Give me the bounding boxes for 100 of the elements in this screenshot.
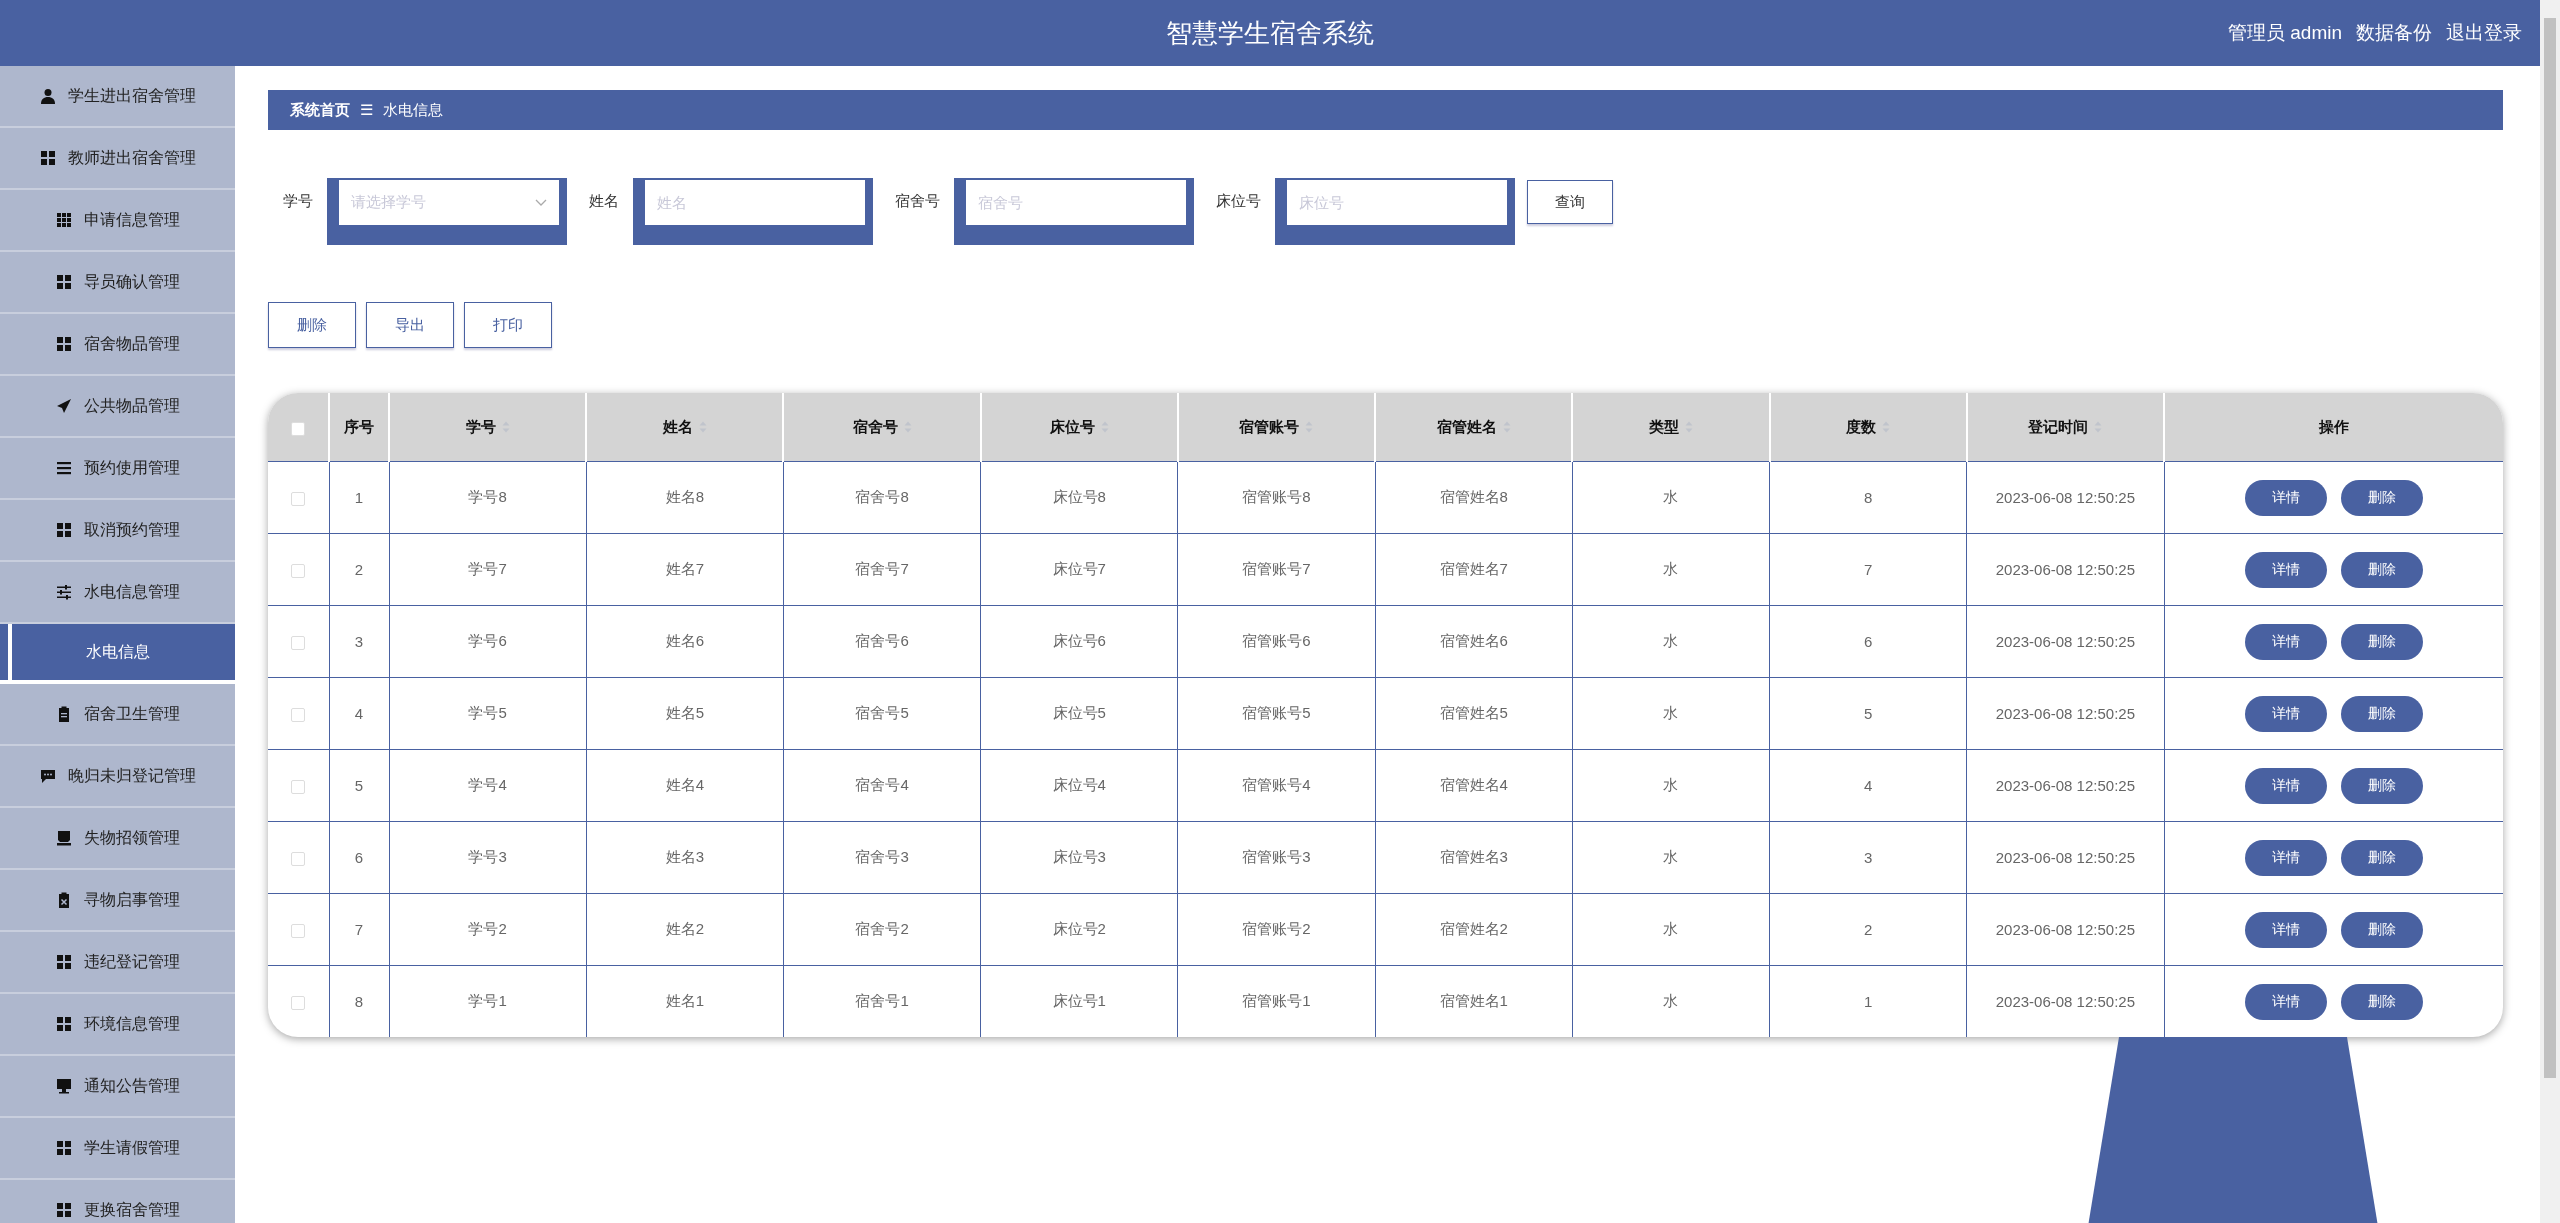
sidebar-item[interactable]: 环境信息管理 — [0, 994, 235, 1056]
breadcrumb-separator: ☰ — [360, 101, 373, 119]
action-button[interactable]: 删除 — [268, 302, 356, 348]
user-icon — [39, 88, 56, 104]
sidebar-item[interactable]: 公共物品管理 — [0, 376, 235, 438]
column-header[interactable]: 登记时间 — [2028, 417, 2089, 437]
checkbox[interactable] — [291, 421, 305, 436]
table-cell: 5 — [329, 749, 389, 822]
table-cell: 宿舍号3 — [783, 821, 981, 894]
table-cell: 2023-06-08 12:50:25 — [1966, 533, 2164, 606]
table-cell: 宿舍号2 — [783, 893, 981, 966]
breadcrumb-current: 水电信息 — [383, 100, 443, 120]
table-cell: 姓名4 — [586, 749, 784, 822]
sidebar-item[interactable]: 更换宿舍管理 — [0, 1180, 235, 1223]
table-cell: 宿舍号7 — [783, 533, 981, 606]
column-header[interactable]: 姓名 — [662, 417, 693, 437]
row-button[interactable]: 删除 — [2340, 983, 2423, 1020]
row-button[interactable]: 详情 — [2244, 479, 2327, 516]
inbox-icon — [55, 830, 72, 846]
row-button[interactable]: 删除 — [2340, 767, 2423, 804]
checkbox[interactable] — [291, 924, 306, 938]
column-header[interactable]: 宿舍号 — [852, 417, 898, 437]
scrollbar[interactable] — [2540, 0, 2560, 1223]
row-button[interactable]: 删除 — [2340, 551, 2423, 588]
action-button[interactable]: 导出 — [366, 302, 454, 348]
table-cell: 宿管账号5 — [1177, 677, 1376, 750]
table-cell: 宿舍号8 — [783, 461, 981, 534]
sidebar-item[interactable]: 寻物启事管理 — [0, 870, 235, 932]
table-cell: 学号2 — [389, 893, 587, 966]
table-cell: 学号5 — [389, 677, 587, 750]
row-button[interactable]: 详情 — [2244, 695, 2327, 732]
row-button[interactable]: 删除 — [2340, 839, 2423, 876]
breadcrumb-link[interactable]: 系统首页 — [290, 100, 350, 120]
sidebar-item[interactable]: 教师进出宿舍管理 — [0, 128, 235, 190]
submenu-item[interactable]: 水电信息 — [0, 624, 235, 684]
row-button[interactable]: 删除 — [2340, 695, 2423, 732]
sidebar-item[interactable]: 申请信息管理 — [0, 190, 235, 252]
table-cell: 8 — [329, 965, 389, 1037]
checkbox[interactable] — [291, 996, 306, 1010]
sidebar-item[interactable]: 宿舍卫生管理 — [0, 684, 235, 746]
sidebar-item[interactable]: 通知公告管理 — [0, 1056, 235, 1118]
column-header[interactable]: 度数 — [1846, 417, 1877, 437]
checkbox[interactable] — [291, 780, 306, 794]
action-button[interactable]: 打印 — [464, 302, 552, 348]
row-button[interactable]: 删除 — [2340, 623, 2423, 660]
checkbox[interactable] — [291, 708, 306, 722]
table-cell: 姓名7 — [586, 533, 784, 606]
column-header[interactable]: 床位号 — [1049, 417, 1095, 437]
scrollbar-thumb[interactable] — [2544, 18, 2556, 1078]
checkbox[interactable] — [291, 636, 306, 650]
table-cell: 6 — [1769, 605, 1967, 678]
grid-icon — [55, 336, 72, 352]
sidebar-item[interactable]: 取消预约管理 — [0, 500, 235, 562]
grid-icon — [55, 522, 72, 538]
header-link[interactable]: 数据备份 — [2356, 20, 2432, 46]
table-cell: 床位号3 — [980, 821, 1178, 894]
column-header[interactable]: 类型 — [1648, 417, 1679, 437]
table-cell: 学号3 — [389, 821, 587, 894]
column-header[interactable]: 操作 — [2319, 417, 2349, 437]
checkbox[interactable] — [291, 564, 306, 578]
chevron-icon — [535, 198, 547, 207]
row-button[interactable]: 详情 — [2244, 767, 2327, 804]
table-cell: 2023-06-08 12:50:25 — [1966, 749, 2164, 822]
table-cell: 床位号6 — [980, 605, 1178, 678]
column-header[interactable]: 学号 — [465, 417, 496, 437]
column-header[interactable]: 序号 — [344, 417, 374, 437]
table-cell: 学号7 — [389, 533, 587, 606]
sidebar-item[interactable]: 失物招领管理 — [0, 808, 235, 870]
table-cell: 2 — [329, 533, 389, 606]
row-button[interactable]: 详情 — [2244, 911, 2327, 948]
sidebar-item[interactable]: 导员确认管理 — [0, 252, 235, 314]
sidebar-item[interactable]: 学生进出宿舍管理 — [0, 66, 235, 128]
column-header[interactable]: 宿管姓名 — [1436, 417, 1497, 437]
table-cell: 8 — [1769, 461, 1967, 534]
column-header[interactable]: 宿管账号 — [1239, 417, 1300, 437]
row-button[interactable]: 详情 — [2244, 623, 2327, 660]
sidebar-item[interactable]: 学生请假管理 — [0, 1118, 235, 1180]
sidebar-item[interactable]: 违纪登记管理 — [0, 932, 235, 994]
header-link[interactable]: 退出登录 — [2446, 20, 2522, 46]
row-button[interactable]: 删除 — [2340, 479, 2423, 516]
table-cell: 3 — [329, 605, 389, 678]
row-button[interactable]: 详情 — [2244, 983, 2327, 1020]
table-cell: 宿管姓名5 — [1375, 677, 1573, 750]
sidebar-item[interactable]: 晚归未归登记管理 — [0, 746, 235, 808]
sidebar-item[interactable]: 宿舍物品管理 — [0, 314, 235, 376]
sidebar-item[interactable]: 预约使用管理 — [0, 438, 235, 500]
table-cell: 1 — [1769, 965, 1967, 1037]
table-cell: 姓名5 — [586, 677, 784, 750]
table-cell: 6 — [329, 821, 389, 894]
grid-icon — [55, 274, 72, 290]
checkbox[interactable] — [291, 852, 306, 866]
row-button[interactable]: 详情 — [2244, 551, 2327, 588]
row-button[interactable]: 删除 — [2340, 911, 2423, 948]
table-cell: 宿管账号2 — [1177, 893, 1376, 966]
table-cell: 水 — [1572, 533, 1770, 606]
table-cell: 学号6 — [389, 605, 587, 678]
checkbox[interactable] — [291, 492, 306, 506]
query-button[interactable]: 查询 — [1527, 180, 1613, 224]
row-button[interactable]: 详情 — [2244, 839, 2327, 876]
sliders-icon — [55, 584, 72, 600]
